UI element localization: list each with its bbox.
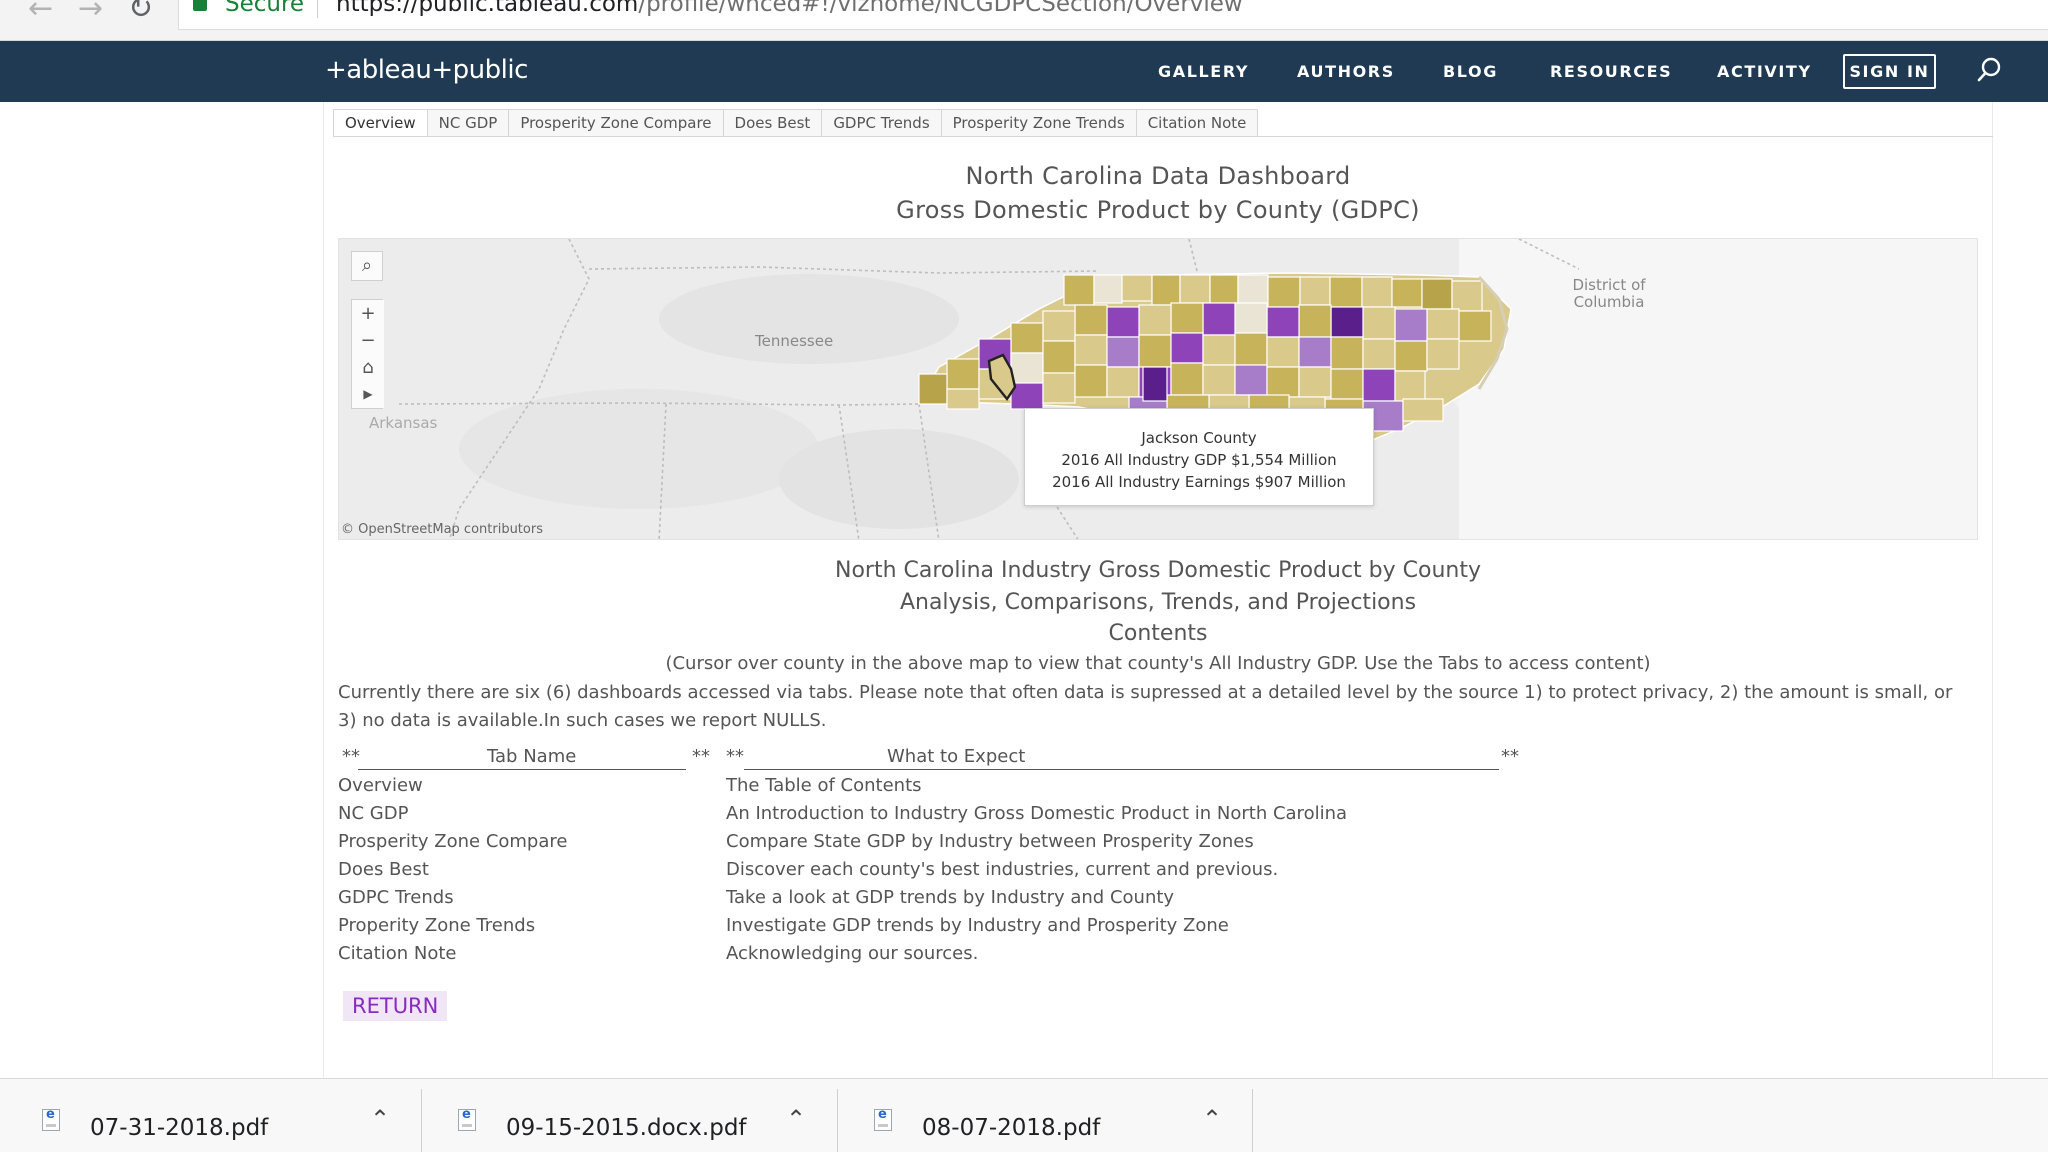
download-shelf: 07-31-2018.pdf ⌃ 09-15-2015.docx.pdf ⌃ 0… <box>0 1078 2048 1152</box>
download-item[interactable]: 07-31-2018.pdf ⌃ <box>0 1079 420 1152</box>
row-desc-overview: The Table of Contents <box>726 775 922 796</box>
chevron-up-icon[interactable]: ⌃ <box>370 1105 390 1133</box>
lock-icon <box>193 0 207 11</box>
address-bar[interactable]: Secure https://public.tableau.com/profil… <box>178 0 2048 30</box>
url-text[interactable]: https://public.tableau.com/profile/wnced… <box>336 0 1243 17</box>
url-path: /profile/wnced#!/vizhome/NCGDPCSection/O… <box>638 0 1243 17</box>
download-filename: 09-15-2015.docx.pdf <box>506 1115 747 1141</box>
browser-toolbar: ← → ↻ Secure https://public.tableau.com/… <box>0 0 2048 41</box>
pdf-file-icon <box>42 1107 60 1131</box>
tooltip-gdp: 2016 All Industry GDP $1,554 Million <box>1061 451 1337 469</box>
tab-divider <box>333 136 1993 137</box>
osm-credit: © OpenStreetMap contributors <box>341 522 543 537</box>
row-desc-nc-gdp: An Introduction to Industry Gross Domest… <box>726 803 1348 824</box>
download-item[interactable]: 09-15-2015.docx.pdf ⌃ <box>422 1079 837 1152</box>
download-filename: 08-07-2018.pdf <box>922 1115 1101 1141</box>
download-separator <box>1252 1089 1253 1152</box>
map-label-tennessee: Tennessee <box>755 332 834 350</box>
row-name-gdpc-trends: GDPC Trends <box>338 887 454 908</box>
row-name-nc-gdp: NC GDP <box>338 803 409 824</box>
contents-heading-1: North Carolina Industry Gross Domestic P… <box>834 558 1481 583</box>
tooltip-county: Jackson County <box>1141 429 1257 447</box>
nav-activity[interactable]: ACTIVITY <box>1717 62 1812 81</box>
map-toolbar: ⌕ + − ⌂ ▶ <box>351 251 384 409</box>
county-tooltip: Jackson County 2016 All Industry GDP $1,… <box>1024 408 1374 506</box>
table-head-what-to-expect: What to Expect <box>887 746 1026 767</box>
url-separator <box>317 0 318 18</box>
download-filename: 07-31-2018.pdf <box>90 1115 269 1141</box>
row-name-prosperity-zone-compare: Prosperity Zone Compare <box>338 831 568 852</box>
row-desc-gdpc-trends: Take a look at GDP trends by Industry an… <box>726 887 1175 908</box>
dashboard-subtitle: Gross Domestic Product by County (GDPC) <box>896 196 1420 224</box>
stars-2: ** <box>692 746 710 767</box>
chevron-up-icon[interactable]: ⌃ <box>786 1105 806 1133</box>
sign-in-button[interactable]: SIGN IN <box>1843 54 1936 89</box>
row-name-citation-note: Citation Note <box>338 943 457 964</box>
search-icon[interactable] <box>1977 56 2003 82</box>
zoom-out-icon[interactable]: − <box>352 327 384 354</box>
tab-prosperity-zone-trends[interactable]: Prosperity Zone Trends <box>941 109 1137 137</box>
contents-heading-3: Contents <box>1108 621 1208 646</box>
expand-arrow-icon[interactable]: ▶ <box>352 381 384 408</box>
home-icon[interactable]: ⌂ <box>352 354 384 381</box>
chevron-up-icon[interactable]: ⌃ <box>1202 1105 1222 1133</box>
map-label-arkansas: Arkansas <box>369 414 438 432</box>
tab-overview[interactable]: Overview <box>333 109 428 137</box>
back-arrow-icon[interactable]: ← <box>28 0 53 24</box>
row-desc-prosperity-zone-compare: Compare State GDP by Industry between Pr… <box>726 831 1254 852</box>
map-label-dc: District of Columbia <box>1572 276 1646 311</box>
site-header: +ableau+public GALLERY AUTHORS BLOG RESO… <box>0 41 2048 102</box>
download-item[interactable]: 08-07-2018.pdf ⌃ <box>838 1079 1253 1152</box>
row-name-does-best: Does Best <box>338 859 429 880</box>
nav-blog[interactable]: BLOG <box>1443 62 1498 81</box>
intro-paragraph-line-1: Currently there are six (6) dashboards a… <box>338 682 1953 703</box>
intro-paragraph-line-2: 3) no data is available.In such cases we… <box>338 710 827 731</box>
tab-citation-note[interactable]: Citation Note <box>1136 109 1259 137</box>
contents-heading-2: Analysis, Comparisons, Trends, and Proje… <box>899 590 1417 615</box>
tab-nc-gdp[interactable]: NC GDP <box>427 109 510 137</box>
row-name-properity-zone-trends: Properity Zone Trends <box>338 915 536 936</box>
tab-prosperity-zone-compare[interactable]: Prosperity Zone Compare <box>509 109 724 137</box>
row-desc-does-best: Discover each county's best industries, … <box>726 859 1279 880</box>
dashboard-tabs: Overview NC GDP Prosperity Zone Compare … <box>333 109 1259 137</box>
map-search-icon[interactable]: ⌕ <box>351 251 383 281</box>
table-head-tab-name: Tab Name <box>487 746 577 767</box>
nav-authors[interactable]: AUTHORS <box>1297 62 1395 81</box>
row-desc-properity-zone-trends: Investigate GDP trends by Industry and P… <box>726 915 1229 936</box>
zoom-controls: + − ⌂ ▶ <box>351 299 384 409</box>
url-domain: https://public.tableau.com <box>336 0 639 17</box>
stars-3: ** <box>726 746 744 767</box>
forward-arrow-icon[interactable]: → <box>78 0 103 24</box>
tableau-public-logo[interactable]: +ableau+public <box>325 55 528 85</box>
map-hint: (Cursor over county in the above map to … <box>665 653 1651 674</box>
stars-1: ** <box>342 746 360 767</box>
row-name-overview: Overview <box>338 775 423 796</box>
dashboard-title: North Carolina Data Dashboard <box>965 162 1351 190</box>
tab-does-best[interactable]: Does Best <box>723 109 823 137</box>
stars-4: ** <box>1501 746 1519 767</box>
row-desc-citation-note: Acknowledging our sources. <box>726 943 979 964</box>
reload-icon[interactable]: ↻ <box>128 0 153 24</box>
nav-resources[interactable]: RESOURCES <box>1550 62 1672 81</box>
head-underline-1 <box>358 769 686 770</box>
pdf-file-icon <box>458 1107 476 1131</box>
tooltip-earnings: 2016 All Industry Earnings $907 Million <box>1052 473 1346 491</box>
pdf-file-icon <box>874 1107 892 1131</box>
zoom-in-icon[interactable]: + <box>352 300 384 327</box>
tab-gdpc-trends[interactable]: GDPC Trends <box>822 109 942 137</box>
nav-gallery[interactable]: GALLERY <box>1158 62 1249 81</box>
head-underline-2 <box>744 769 1499 770</box>
secure-label: Secure <box>225 0 305 17</box>
return-button[interactable]: RETURN <box>343 991 448 1021</box>
